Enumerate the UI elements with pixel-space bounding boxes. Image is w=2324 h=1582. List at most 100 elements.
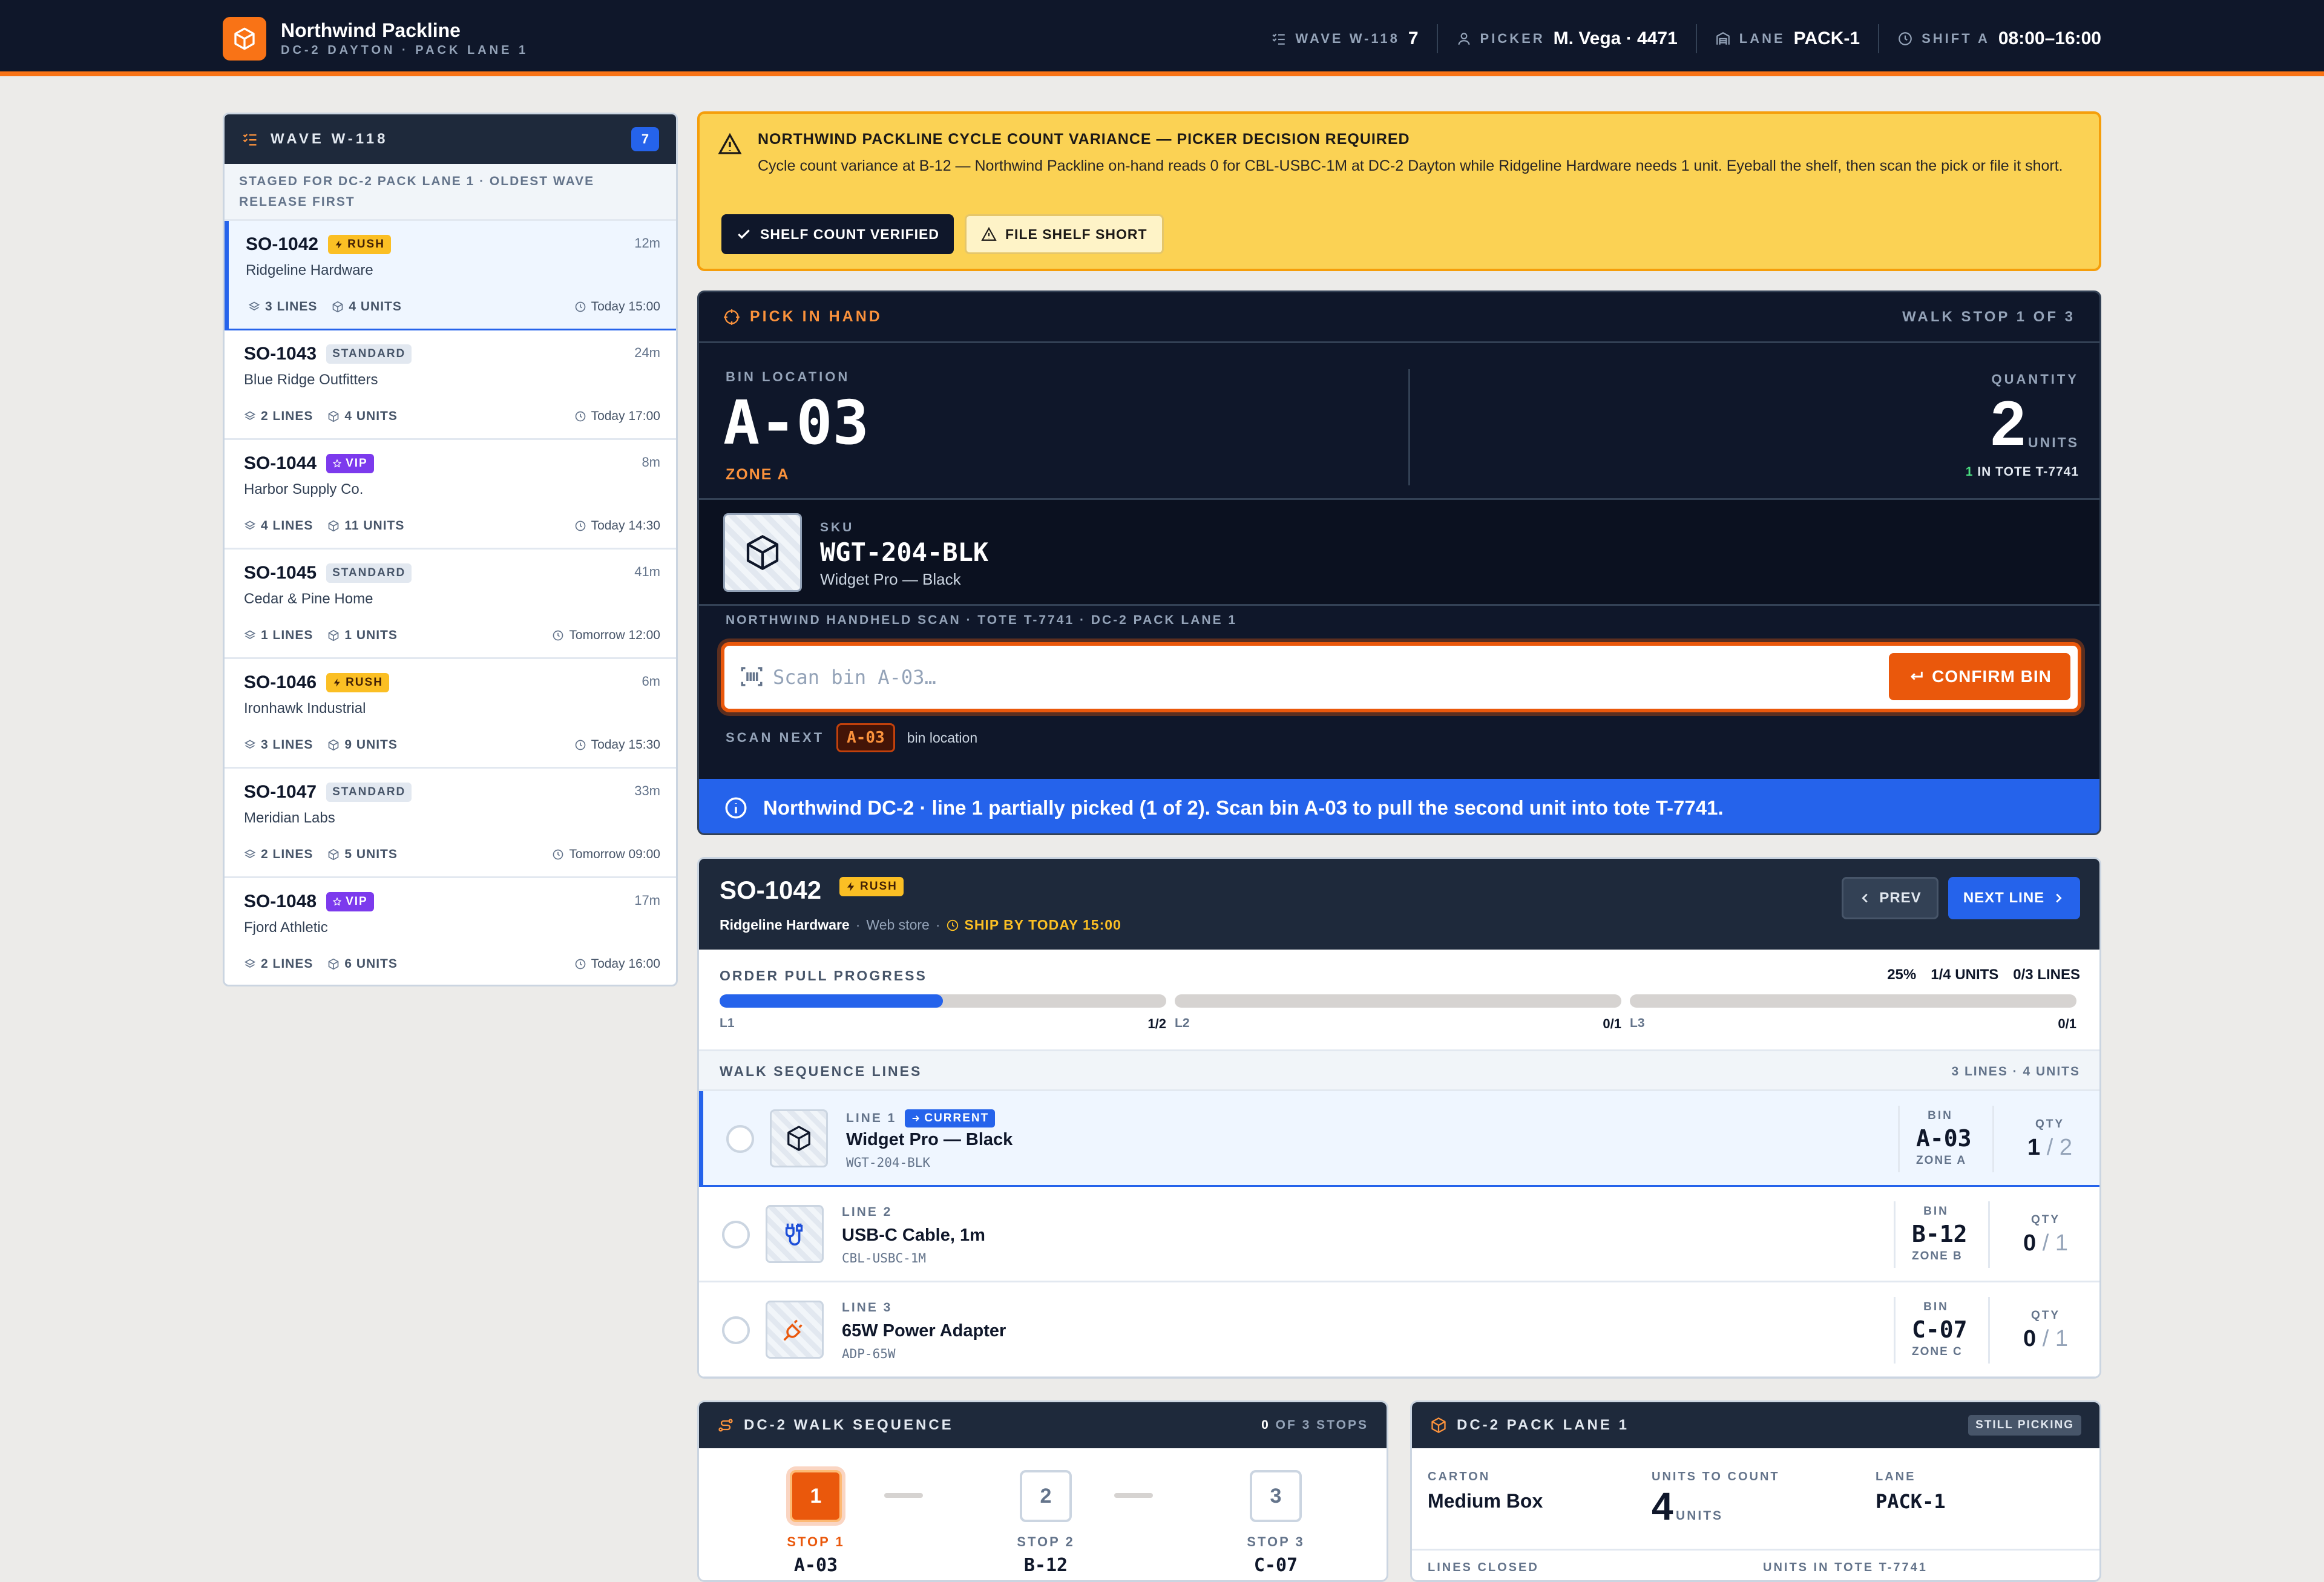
scan-box: CONFIRM BIN: [721, 642, 2081, 712]
line-row-3[interactable]: LINE 3 65W Power Adapter ADP-65W BIN C-0…: [699, 1282, 2099, 1377]
line-number: LINE 3: [842, 1301, 892, 1315]
units-count: 9 UNITS: [344, 738, 398, 752]
badge-label: VIP: [346, 457, 368, 470]
order-card-so-1047[interactable]: SO-1047 STANDARD 33m Meridian Labs 2 LIN…: [225, 769, 676, 878]
divider: [1894, 1297, 1896, 1364]
box-icon: [333, 301, 343, 313]
stops-total: OF 3 STOPS: [1275, 1418, 1368, 1432]
progress-label: ORDER PULL PROGRESS: [720, 968, 927, 983]
order-progress: ORDER PULL PROGRESS 25% 1/4 UNITS 0/3 LI…: [699, 950, 2099, 1051]
lines-count: 2 LINES: [261, 957, 313, 971]
order-list: SO-1042 RUSH 12m Ridgeline Hardware 3 LI…: [225, 221, 676, 985]
due-time: Today 16:00: [591, 957, 660, 971]
bolt-icon: [847, 882, 855, 891]
next-bin-chip: A-03: [836, 723, 895, 752]
badge-label: STANDARD: [332, 347, 406, 360]
star-icon: [332, 459, 342, 468]
line-number-label: LINE 2: [842, 1205, 893, 1219]
walk-stop-1[interactable]: 1: [790, 1470, 842, 1522]
order-meta: 2 LINES 5 UNITS Tomorrow 09:00: [244, 847, 660, 862]
stop-connector: [1114, 1493, 1153, 1498]
line-checkbox[interactable]: [726, 1125, 754, 1153]
walk-stop-3[interactable]: 3: [1250, 1470, 1302, 1522]
alert-title: NORTHWIND PACKLINE CYCLE COUNT VARIANCE …: [758, 131, 1410, 148]
layers-icon: [248, 301, 260, 310]
line-sku: ADP-65W: [842, 1347, 896, 1361]
prev-button[interactable]: PREV: [1842, 877, 1938, 919]
layers-icon: [244, 520, 256, 530]
line-checkbox[interactable]: [722, 1316, 750, 1344]
next-line-button[interactable]: NEXT LINE: [1948, 877, 2080, 919]
rush-badge: RUSH: [839, 877, 904, 896]
badge-label: VIP: [346, 895, 368, 908]
progress-summary: 25% 1/4 UNITS 0/3 LINES: [1887, 967, 2080, 983]
order-meta: 2 LINES 4 UNITS Today 17:00: [244, 409, 660, 424]
order-lines: 4 LINES: [244, 519, 313, 533]
progress-segment-l3: [1630, 994, 2076, 1008]
order-due: Tomorrow 09:00: [552, 847, 660, 862]
order-type-badge: STANDARD: [326, 563, 412, 583]
next-bin-sub: bin location: [907, 729, 978, 746]
divider: [1412, 1549, 2099, 1551]
shelf-count-verified-button[interactable]: SHELF COUNT VERIFIED: [721, 214, 954, 254]
line-zone: ZONE B: [1912, 1250, 1963, 1262]
line-qty: 0 / 1: [2023, 1230, 2068, 1256]
order-type-badge: VIP: [326, 892, 374, 911]
line-row-2[interactable]: LINE 2 USB-C Cable, 1m CBL-USBC-1M BIN B…: [699, 1187, 2099, 1282]
sku-value: WGT-204-BLK: [820, 537, 989, 567]
lane-label: LANE: [1876, 1470, 1916, 1483]
line-zone: ZONE C: [1912, 1345, 1963, 1358]
order-type-badge: RUSH: [326, 673, 389, 692]
order-id: SO-1044: [244, 453, 317, 473]
alert-message: Cycle count variance at B-12 — Northwind…: [758, 157, 2063, 174]
confirm-bin-button[interactable]: CONFIRM BIN: [1889, 653, 2070, 700]
units-count: 6 UNITS: [344, 957, 398, 971]
order-due: Tomorrow 12:00: [552, 628, 660, 643]
lines-count: 4 LINES: [261, 519, 313, 533]
progress-percent: 25%: [1887, 967, 1917, 983]
brand-subtitle: DC-2 DAYTON · PACK LANE 1: [281, 44, 529, 57]
stop-bin: A-03: [793, 1555, 838, 1576]
order-card-so-1042[interactable]: SO-1042 RUSH 12m Ridgeline Hardware 3 LI…: [225, 221, 676, 330]
order-due: Today 15:30: [574, 738, 660, 752]
order-id: SO-1048: [244, 891, 317, 911]
order-age: 41m: [634, 564, 660, 579]
lane-value: PACK-1: [1876, 1490, 1946, 1513]
order-header: SO-1042 RUSH Ridgeline Hardware · Web st…: [699, 859, 2099, 950]
sku-name: Widget Pro — Black: [820, 570, 961, 588]
order-units: 4 UNITS: [327, 409, 398, 424]
walk-lines-label: WALK SEQUENCE LINES: [720, 1063, 922, 1079]
order-card-so-1048[interactable]: SO-1048 VIP 17m Fjord Athletic 2 LINES 6…: [225, 878, 676, 985]
clock-icon: [553, 630, 563, 641]
order-age: 33m: [634, 783, 660, 798]
box-icon: [329, 848, 339, 861]
wave-header: WAVE W-118 7: [225, 114, 676, 164]
order-card-so-1044[interactable]: SO-1044 VIP 8m Harbor Supply Co. 4 LINES…: [225, 440, 676, 550]
order-card-so-1045[interactable]: SO-1045 STANDARD 41m Cedar & Pine Home 1…: [225, 550, 676, 659]
walk-stop-2[interactable]: 2: [1020, 1470, 1072, 1522]
order-card-so-1043[interactable]: SO-1043 STANDARD 24m Blue Ridge Outfitte…: [225, 330, 676, 440]
order-lines: 2 LINES: [244, 409, 313, 424]
order-card-so-1046[interactable]: SO-1046 RUSH 6m Ironhawk Industrial 3 LI…: [225, 659, 676, 769]
lane-stat-value: PACK-1: [1793, 28, 1860, 48]
walk-lines-summary: 3 LINES · 4 UNITS: [1951, 1065, 2080, 1078]
segment-count: 0/1: [1603, 1016, 1621, 1031]
divider: [1988, 1297, 1990, 1364]
progress-units: 1/4 UNITS: [1931, 967, 1999, 983]
file-shelf-short-button[interactable]: FILE SHELF SHORT: [965, 214, 1164, 254]
short-label: FILE SHELF SHORT: [1005, 226, 1147, 242]
order-subtitle: Ridgeline Hardware · Web store · SHIP BY…: [720, 917, 1121, 933]
picker-stat: PICKER M. Vega · 4471: [1438, 24, 1697, 53]
line-row-1[interactable]: LINE 1 CURRENT Widget Pro — Black WGT-204…: [699, 1091, 2099, 1187]
segment-label: L1: [720, 1016, 735, 1030]
layers-icon: [244, 959, 256, 968]
order-panel: SO-1042 RUSH Ridgeline Hardware · Web st…: [697, 857, 2101, 1379]
qty-column-label: QTY: [2030, 1213, 2061, 1226]
divider: [1894, 1201, 1896, 1268]
stop-bin: B-12: [1023, 1555, 1068, 1576]
scan-input[interactable]: [773, 658, 1862, 697]
enter-icon: [1911, 671, 1923, 680]
bin-column-label: BIN: [1923, 1301, 1949, 1313]
line-checkbox[interactable]: [722, 1221, 750, 1249]
order-type-badge: VIP: [326, 454, 374, 473]
